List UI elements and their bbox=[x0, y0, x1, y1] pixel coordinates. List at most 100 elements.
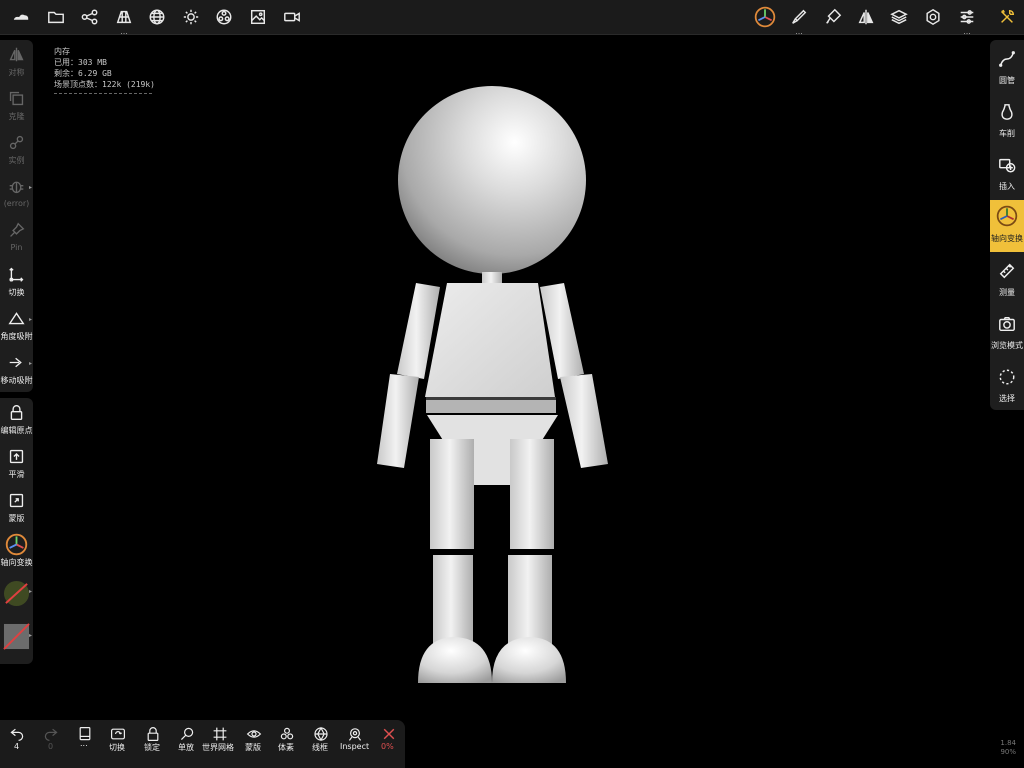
tool-axis-transform[interactable]: 轴向变换 bbox=[0, 530, 33, 574]
tool-label: 实例 bbox=[8, 156, 25, 165]
tool-instance[interactable]: 实例 bbox=[0, 128, 33, 172]
tool-label: (error) bbox=[3, 199, 30, 208]
right-foot-mesh bbox=[492, 637, 566, 683]
mask-view-button[interactable]: 蒙版 bbox=[243, 720, 265, 768]
chevron-right-icon: ▸ bbox=[28, 360, 32, 367]
sphere-grid-icon[interactable] bbox=[144, 4, 170, 30]
tools-icon[interactable] bbox=[994, 4, 1020, 30]
color-swatch-secondary[interactable]: ▸ bbox=[0, 618, 33, 658]
tool-clone[interactable]: 克隆 bbox=[0, 84, 33, 128]
inspect-icon bbox=[347, 726, 363, 742]
tool-measure[interactable]: 测量 bbox=[990, 254, 1024, 306]
grid-icon bbox=[212, 726, 228, 742]
tool-pin[interactable]: Pin bbox=[0, 216, 33, 260]
folder-icon[interactable] bbox=[43, 4, 69, 30]
gizmo-icon[interactable] bbox=[752, 4, 778, 30]
camera-icon[interactable] bbox=[279, 4, 305, 30]
right-shin-mesh bbox=[508, 555, 552, 645]
lock-button[interactable]: 锁定 bbox=[142, 720, 164, 768]
tool-insert[interactable]: 插入 bbox=[990, 148, 1024, 200]
clone-icon bbox=[8, 90, 25, 107]
paint-icon[interactable] bbox=[820, 4, 846, 30]
tool-label: 测量 bbox=[999, 288, 1015, 297]
undo-count: 4 bbox=[14, 742, 20, 751]
torso-mesh bbox=[425, 283, 555, 397]
tool-label: 插入 bbox=[999, 182, 1015, 191]
right-toolbar: 圆管 车削 插入 轴向变换 测量 浏览模式 选择 bbox=[990, 40, 1024, 410]
solo-button[interactable]: 单放 bbox=[176, 720, 198, 768]
tool-label: 车削 bbox=[999, 129, 1015, 138]
lock-icon bbox=[8, 404, 25, 421]
tool-move-snap[interactable]: 移动吸附 ▸ bbox=[0, 348, 33, 392]
version-info: 1.84 90% bbox=[1000, 739, 1016, 757]
color-swatch-primary[interactable]: ▸ bbox=[0, 576, 33, 614]
history-button[interactable]: ... bbox=[76, 720, 94, 768]
voxel-button[interactable]: 体素 bbox=[276, 720, 298, 768]
toolbar-label: Inspect bbox=[340, 742, 370, 751]
cloud-icon[interactable] bbox=[8, 4, 34, 30]
ruler-icon bbox=[998, 262, 1016, 280]
toolbar-label: 切换 bbox=[109, 743, 125, 752]
lock-icon bbox=[145, 726, 161, 742]
undo-icon bbox=[9, 726, 25, 742]
wireframe-button[interactable]: 线框 bbox=[310, 720, 332, 768]
symmetry-icon[interactable] bbox=[853, 4, 879, 30]
inspect-button[interactable]: Inspect bbox=[339, 720, 371, 768]
close-percent: 0% bbox=[381, 742, 394, 751]
tool-selection[interactable]: 选择 bbox=[990, 360, 1024, 412]
symmetry-icon bbox=[8, 46, 25, 63]
undo-button[interactable]: 4 bbox=[8, 720, 26, 768]
toggle-button[interactable]: 切换 bbox=[107, 720, 129, 768]
toolbar-label: 单放 bbox=[178, 743, 194, 752]
chevron-right-icon: ▸ bbox=[28, 316, 32, 323]
tool-lathe[interactable]: 车削 bbox=[990, 95, 1024, 147]
version-number: 1.84 bbox=[1000, 739, 1016, 747]
tool-axis-transform[interactable]: 轴向变换 bbox=[990, 200, 1024, 252]
tool-label: 平滑 bbox=[8, 470, 25, 479]
wireframe-icon bbox=[313, 726, 329, 742]
material-icon[interactable] bbox=[211, 4, 237, 30]
more-indicator: ... bbox=[80, 739, 88, 748]
tool-error[interactable]: (error) ▸ bbox=[0, 172, 33, 216]
tool-transform-toggle[interactable]: 切换 bbox=[0, 260, 33, 304]
image-icon[interactable] bbox=[245, 4, 271, 30]
selection-icon bbox=[998, 368, 1016, 386]
3d-viewport[interactable] bbox=[34, 35, 989, 719]
redo-count: 0 bbox=[48, 742, 54, 751]
pin-icon bbox=[8, 222, 25, 239]
voxel-icon bbox=[279, 726, 295, 742]
chevron-right-icon: ▸ bbox=[28, 588, 32, 595]
tool-smooth[interactable]: 平滑 bbox=[0, 442, 33, 486]
scene-graph-icon[interactable] bbox=[77, 4, 103, 30]
link-icon bbox=[8, 134, 25, 151]
gizmo-icon bbox=[996, 205, 1018, 227]
redo-button[interactable]: 0 bbox=[42, 720, 60, 768]
scene-icon[interactable]: ... bbox=[111, 4, 137, 36]
bottom-toolbar: 4 0 ... 切换 锁定 单放 世界网格 蒙版 体素 线框 Inspect 0… bbox=[0, 720, 405, 768]
smooth-icon bbox=[8, 448, 25, 465]
sliders-icon[interactable]: ... bbox=[954, 4, 980, 36]
character-model bbox=[377, 86, 608, 683]
gizmo-icon bbox=[5, 533, 28, 556]
tool-label: 克隆 bbox=[8, 112, 25, 121]
tool-edit-origin[interactable]: 编辑原点 bbox=[0, 398, 33, 442]
settings-icon[interactable] bbox=[920, 4, 946, 30]
transform-axes-icon bbox=[8, 266, 25, 283]
tool-symmetry[interactable]: 对称 bbox=[0, 40, 33, 84]
layers-icon[interactable] bbox=[886, 4, 912, 30]
tool-angle-snap[interactable]: 角度吸附 ▸ bbox=[0, 304, 33, 348]
world-grid-button[interactable]: 世界网格 bbox=[202, 720, 238, 768]
brush-icon[interactable]: ... bbox=[786, 4, 812, 36]
chevron-right-icon: ▸ bbox=[28, 184, 32, 191]
tool-mask[interactable]: 蒙版 bbox=[0, 486, 33, 530]
bug-icon bbox=[8, 178, 25, 195]
close-button[interactable]: 0% bbox=[379, 720, 399, 768]
camera-icon bbox=[998, 315, 1016, 333]
sun-icon[interactable] bbox=[178, 4, 204, 30]
tool-tube[interactable]: 圆管 bbox=[990, 42, 1024, 94]
left-toolbar-top: 对称 克隆 实例 (error) ▸ Pin 切换 角度吸附 ▸ 移动吸附 ▸ bbox=[0, 40, 33, 392]
close-icon bbox=[381, 726, 397, 742]
tool-browse-mode[interactable]: 浏览模式 bbox=[990, 307, 1024, 359]
move-snap-icon bbox=[8, 354, 25, 371]
eye-icon bbox=[246, 726, 262, 742]
